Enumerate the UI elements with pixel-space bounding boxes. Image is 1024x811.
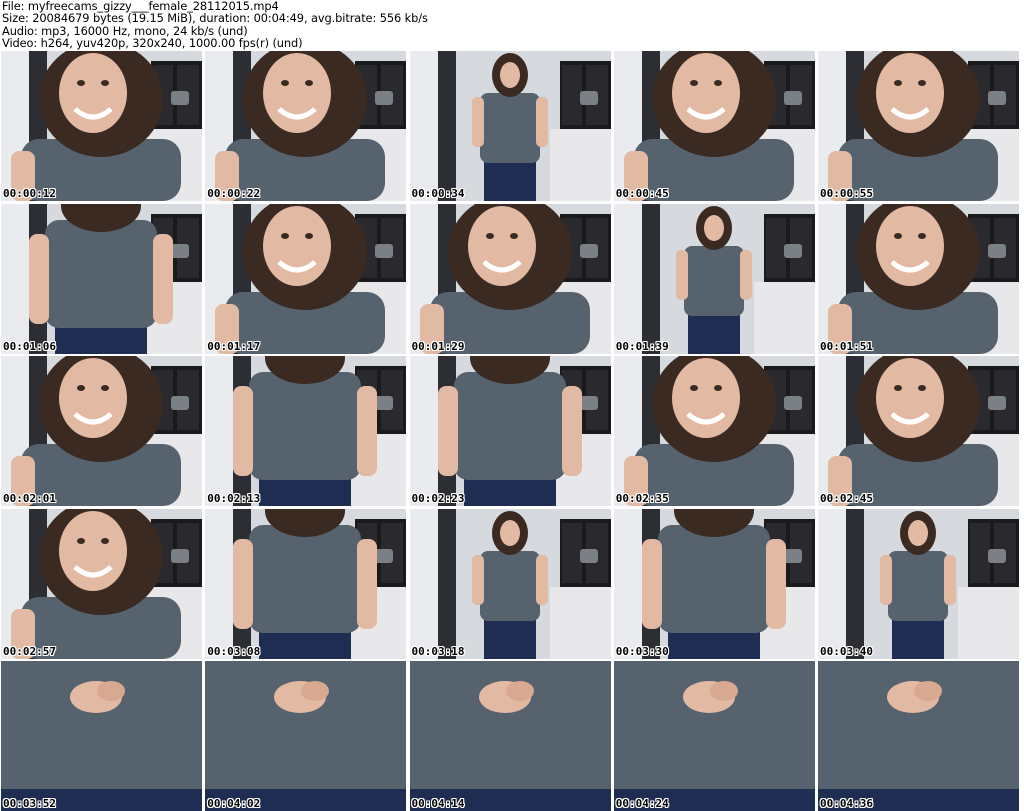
timestamp-label: 00:02:57	[3, 644, 56, 658]
thumbnail-frame-image	[205, 661, 407, 811]
thumbnail-frame-image	[1, 661, 202, 811]
timestamp-label: 00:01:29	[411, 339, 465, 353]
timestamp-label: 00:04:14	[411, 797, 465, 810]
video-thumbnail: 00:00:34	[409, 51, 611, 201]
video-thumbnail: 00:02:13	[205, 356, 407, 506]
timestamp-label: 00:01:17	[207, 339, 261, 353]
thumbnail-frame-image	[818, 51, 1019, 201]
video-thumbnail: 00:01:51	[818, 203, 1019, 354]
timestamp-label: 00:00:55	[820, 187, 873, 200]
thumbnail-frame-image	[613, 508, 815, 659]
thumbnail-frame-image	[613, 203, 815, 354]
timestamp-label: 00:00:45	[615, 187, 669, 200]
thumbnail-grid: 00:00:12 00:00:22 00:00:34 00:00:45 00:0…	[1, 51, 1023, 811]
timestamp-label: 00:01:39	[615, 339, 669, 353]
thumbnail-frame-image	[1, 356, 202, 506]
video-thumbnail: 00:00:22	[205, 51, 407, 201]
video-thumbnail: 00:00:12	[1, 51, 202, 201]
thumbnail-frame-image	[409, 661, 611, 811]
video-thumbnail: 00:02:35	[613, 356, 815, 506]
timestamp-label: 00:04:24	[615, 797, 669, 810]
thumbnail-frame-image	[409, 51, 611, 201]
video-thumbnail: 00:00:55	[818, 51, 1019, 201]
timestamp-label: 00:03:18	[411, 644, 465, 658]
video-thumbnail: 00:04:24	[613, 661, 815, 811]
timestamp-label: 00:03:40	[820, 644, 873, 658]
thumbnail-frame-image	[818, 661, 1019, 811]
file-size-line: Size: 20084679 bytes (19.15 MiB), durati…	[2, 11, 428, 26]
timestamp-label: 00:00:22	[207, 187, 261, 200]
thumbnail-frame-image	[1, 51, 202, 201]
video-thumbnail: 00:02:57	[1, 508, 202, 659]
video-thumbnail: 00:01:06	[1, 203, 202, 354]
thumbnail-frame-image	[818, 508, 1019, 659]
video-thumbnail: 00:02:45	[818, 356, 1019, 506]
video-thumbnail: 00:01:39	[613, 203, 815, 354]
video-thumbnail: 00:01:17	[205, 203, 407, 354]
thumbnail-frame-image	[205, 508, 407, 659]
timestamp-label: 00:03:52	[3, 797, 56, 810]
video-thumbnail: 00:04:02	[205, 661, 407, 811]
thumbnail-frame-image	[205, 356, 407, 506]
thumbnail-frame-image	[818, 203, 1019, 354]
timestamp-label: 00:02:45	[820, 492, 873, 505]
thumbnail-frame-image	[818, 356, 1019, 506]
video-thumbnail: 00:02:23	[409, 356, 611, 506]
video-thumbnail: 00:03:52	[1, 661, 202, 811]
timestamp-label: 00:02:01	[3, 492, 56, 505]
timestamp-label: 00:02:13	[207, 492, 261, 505]
timestamp-label: 00:02:35	[615, 492, 669, 505]
video-thumbnail: 00:04:14	[409, 661, 611, 811]
video-thumbnail: 00:04:36	[818, 661, 1019, 811]
thumbnail-frame-image	[409, 356, 611, 506]
timestamp-label: 00:03:30	[615, 644, 669, 658]
video-thumbnail: 00:01:29	[409, 203, 611, 354]
video-thumbnail: 00:03:40	[818, 508, 1019, 659]
timestamp-label: 00:01:51	[820, 339, 873, 353]
video-thumbnail: 00:02:01	[1, 356, 202, 506]
timestamp-label: 00:03:08	[207, 644, 261, 658]
thumbnail-frame-image	[409, 203, 611, 354]
timestamp-label: 00:01:06	[3, 339, 56, 353]
file-info-header: File: myfreecams_gizzy___female_28112015…	[2, 0, 1022, 50]
timestamp-label: 00:04:36	[820, 797, 873, 810]
video-thumbnail: 00:03:18	[409, 508, 611, 659]
thumbnail-frame-image	[1, 203, 202, 354]
timestamp-label: 00:02:23	[411, 492, 465, 505]
thumbnail-frame-image	[409, 508, 611, 659]
video-thumbnail: 00:00:45	[613, 51, 815, 201]
thumbnail-frame-image	[613, 661, 815, 811]
video-thumbnail: 00:03:08	[205, 508, 407, 659]
video-thumbnail: 00:03:30	[613, 508, 815, 659]
thumbnail-frame-image	[613, 51, 815, 201]
thumbnail-frame-image	[205, 203, 407, 354]
timestamp-label: 00:00:12	[3, 187, 56, 200]
timestamp-label: 00:00:34	[411, 187, 465, 200]
timestamp-label: 00:04:02	[207, 797, 261, 810]
thumbnail-frame-image	[205, 51, 407, 201]
thumbnail-frame-image	[613, 356, 815, 506]
thumbnail-frame-image	[1, 508, 202, 659]
video-info-line: Video: h264, yuv420p, 320x240, 1000.00 f…	[2, 36, 303, 51]
